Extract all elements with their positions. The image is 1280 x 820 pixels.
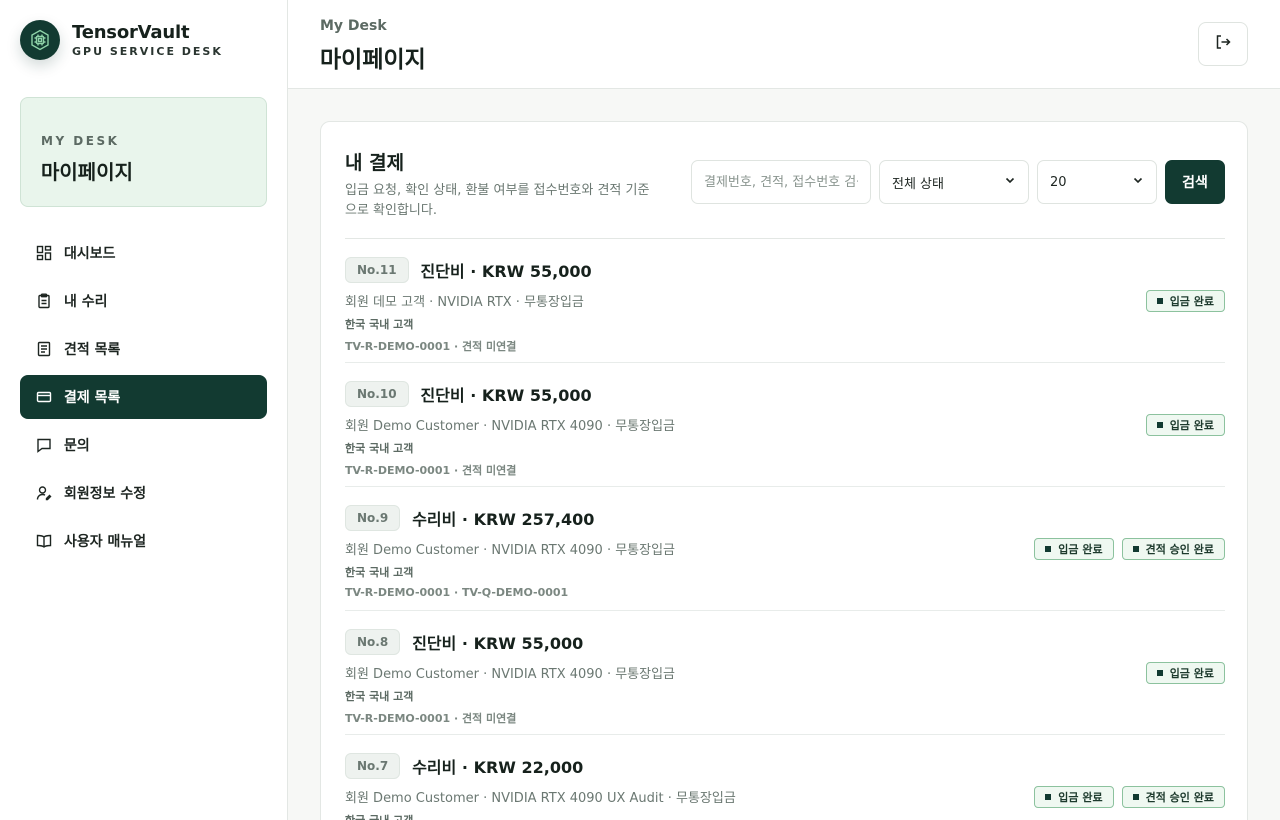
status-badge: 견적 승인 완료	[1121, 786, 1225, 808]
status-badge: 입금 완료	[1145, 414, 1225, 436]
brand-subtitle: GPU SERVICE DESK	[72, 44, 223, 58]
brand-name: TensorVault	[72, 21, 190, 43]
payment-title: 수리비 · KRW 257,400	[412, 510, 595, 529]
chevron-down-icon	[1004, 174, 1016, 190]
logout-icon	[1215, 34, 1231, 54]
sidebar-item-label: 내 수리	[64, 294, 108, 310]
status-badge: 입금 완료	[1145, 662, 1225, 684]
credit-card-icon	[36, 389, 52, 405]
status-filter-value: 전체 상태	[892, 176, 944, 192]
payment-meta: 회원 Demo Customer · NVIDIA RTX 4090 · 무통장…	[345, 419, 676, 434]
badge-dot-icon	[1132, 794, 1139, 800]
filter-bar: 전체 상태 20 검색	[691, 160, 1225, 204]
payment-number: No.7	[345, 753, 401, 779]
badge-dot-icon	[1156, 422, 1163, 428]
payments-description: 입금 요청, 확인 상태, 환불 여부를 접수번호와 견적 기준으로 확인합니다…	[345, 183, 650, 218]
badge-dot-icon	[1156, 670, 1163, 676]
payment-row[interactable]: No.9 수리비 · KRW 257,400 회원 Demo Customer …	[345, 487, 1225, 611]
status-badge: 입금 완료	[1145, 290, 1225, 312]
search-input[interactable]	[691, 160, 871, 204]
badge-dot-icon	[1132, 546, 1139, 552]
payment-customer-type: 한국 국내 고객	[345, 318, 414, 331]
sidebar-item-payments[interactable]: 결제 목록	[20, 375, 267, 419]
payment-row[interactable]: No.10 진단비 · KRW 55,000 회원 Demo Customer …	[345, 363, 1225, 487]
brand[interactable]: TensorVault GPU SERVICE DESK	[20, 20, 223, 60]
payment-title: 수리비 · KRW 22,000	[412, 758, 584, 777]
payment-number: No.10	[345, 381, 409, 407]
sidebar-item-label: 견적 목록	[64, 342, 121, 358]
status-filter-select[interactable]: 전체 상태	[879, 160, 1029, 204]
badge-dot-icon	[1156, 298, 1163, 304]
payments-card-header: 내 결제 입금 요청, 확인 상태, 환불 여부를 접수번호와 견적 기준으로 …	[345, 148, 1225, 238]
payment-title: 진단비 · KRW 55,000	[412, 634, 584, 653]
payment-customer-type: 한국 국내 고객	[345, 566, 414, 579]
payment-reference: TV-R-DEMO-0001 · 견적 미연결	[345, 464, 517, 477]
sidebar-item-profile-edit[interactable]: 회원정보 수정	[20, 471, 267, 515]
clipboard-icon	[36, 293, 52, 309]
my-desk-card: MY DESK 마이페이지	[20, 97, 267, 207]
status-badge: 입금 완료	[1034, 538, 1114, 560]
sidebar-item-quotes[interactable]: 견적 목록	[20, 327, 267, 371]
sidebar-item-label: 사용자 매뉴얼	[64, 534, 147, 550]
chevron-down-icon	[1132, 174, 1144, 190]
desk-kicker: MY DESK	[41, 134, 120, 148]
payment-meta: 회원 데모 고객 · NVIDIA RTX · 무통장입금	[345, 295, 584, 310]
badge-dot-icon	[1045, 546, 1052, 552]
sidebar-item-inquiry[interactable]: 문의	[20, 423, 267, 467]
message-icon	[36, 437, 52, 453]
payment-list: No.11 진단비 · KRW 55,000 회원 데모 고객 · NVIDIA…	[345, 239, 1225, 820]
badge-dot-icon	[1045, 794, 1052, 800]
logout-button[interactable]	[1198, 22, 1248, 66]
chip-logo-icon	[20, 20, 60, 60]
payment-row[interactable]: No.8 진단비 · KRW 55,000 회원 Demo Customer ·…	[345, 611, 1225, 735]
payment-meta: 회원 Demo Customer · NVIDIA RTX 4090 · 무통장…	[345, 667, 676, 682]
sidebar-item-label: 결제 목록	[64, 390, 121, 406]
payment-number: No.8	[345, 629, 401, 655]
sidebar-nav: 대시보드 내 수리 견적 목록 결제 목록 문의 회원정보 수정 사용자 매뉴얼	[20, 231, 267, 567]
payment-title: 진단비 · KRW 55,000	[420, 386, 592, 405]
page-title: 마이페이지	[320, 47, 426, 73]
search-button[interactable]: 검색	[1165, 160, 1225, 204]
status-badge: 입금 완료	[1034, 786, 1114, 808]
payment-customer-type: 한국 국내 고객	[345, 690, 414, 703]
payment-reference: TV-R-DEMO-0001 · TV-Q-DEMO-0001	[345, 586, 569, 599]
page-header: My Desk 마이페이지	[288, 0, 1280, 89]
sidebar-item-label: 대시보드	[64, 246, 116, 262]
sidebar-item-label: 회원정보 수정	[64, 486, 147, 502]
status-badge: 견적 승인 완료	[1121, 538, 1225, 560]
dashboard-icon	[36, 245, 52, 261]
book-icon	[36, 533, 52, 549]
payment-number: No.9	[345, 505, 401, 531]
sidebar-item-dashboard[interactable]: 대시보드	[20, 231, 267, 275]
payment-number: No.11	[345, 257, 409, 283]
payment-customer-type: 한국 국내 고객	[345, 442, 414, 455]
payment-title: 진단비 · KRW 55,000	[420, 262, 592, 281]
payment-customer-type: 한국 국내 고객	[345, 812, 1225, 820]
page-size-select[interactable]: 20	[1037, 160, 1157, 204]
sidebar-item-label: 문의	[64, 438, 90, 454]
payment-row[interactable]: No.11 진단비 · KRW 55,000 회원 데모 고객 · NVIDIA…	[345, 239, 1225, 363]
desk-title: 마이페이지	[41, 160, 133, 184]
payment-reference: TV-R-DEMO-0001 · 견적 미연결	[345, 712, 517, 725]
header-kicker: My Desk	[320, 18, 387, 34]
sidebar-item-user-manual[interactable]: 사용자 매뉴얼	[20, 519, 267, 563]
sidebar-item-my-repairs[interactable]: 내 수리	[20, 279, 267, 323]
payment-reference: TV-R-DEMO-0001 · 견적 미연결	[345, 340, 517, 353]
document-icon	[36, 341, 52, 357]
sidebar: TensorVault GPU SERVICE DESK MY DESK 마이페…	[0, 0, 288, 820]
user-edit-icon	[36, 485, 52, 501]
page-size-value: 20	[1050, 174, 1067, 190]
payments-card: 내 결제 입금 요청, 확인 상태, 환불 여부를 접수번호와 견적 기준으로 …	[320, 121, 1248, 820]
payment-row[interactable]: No.7 수리비 · KRW 22,000 회원 Demo Customer ·…	[345, 735, 1225, 820]
